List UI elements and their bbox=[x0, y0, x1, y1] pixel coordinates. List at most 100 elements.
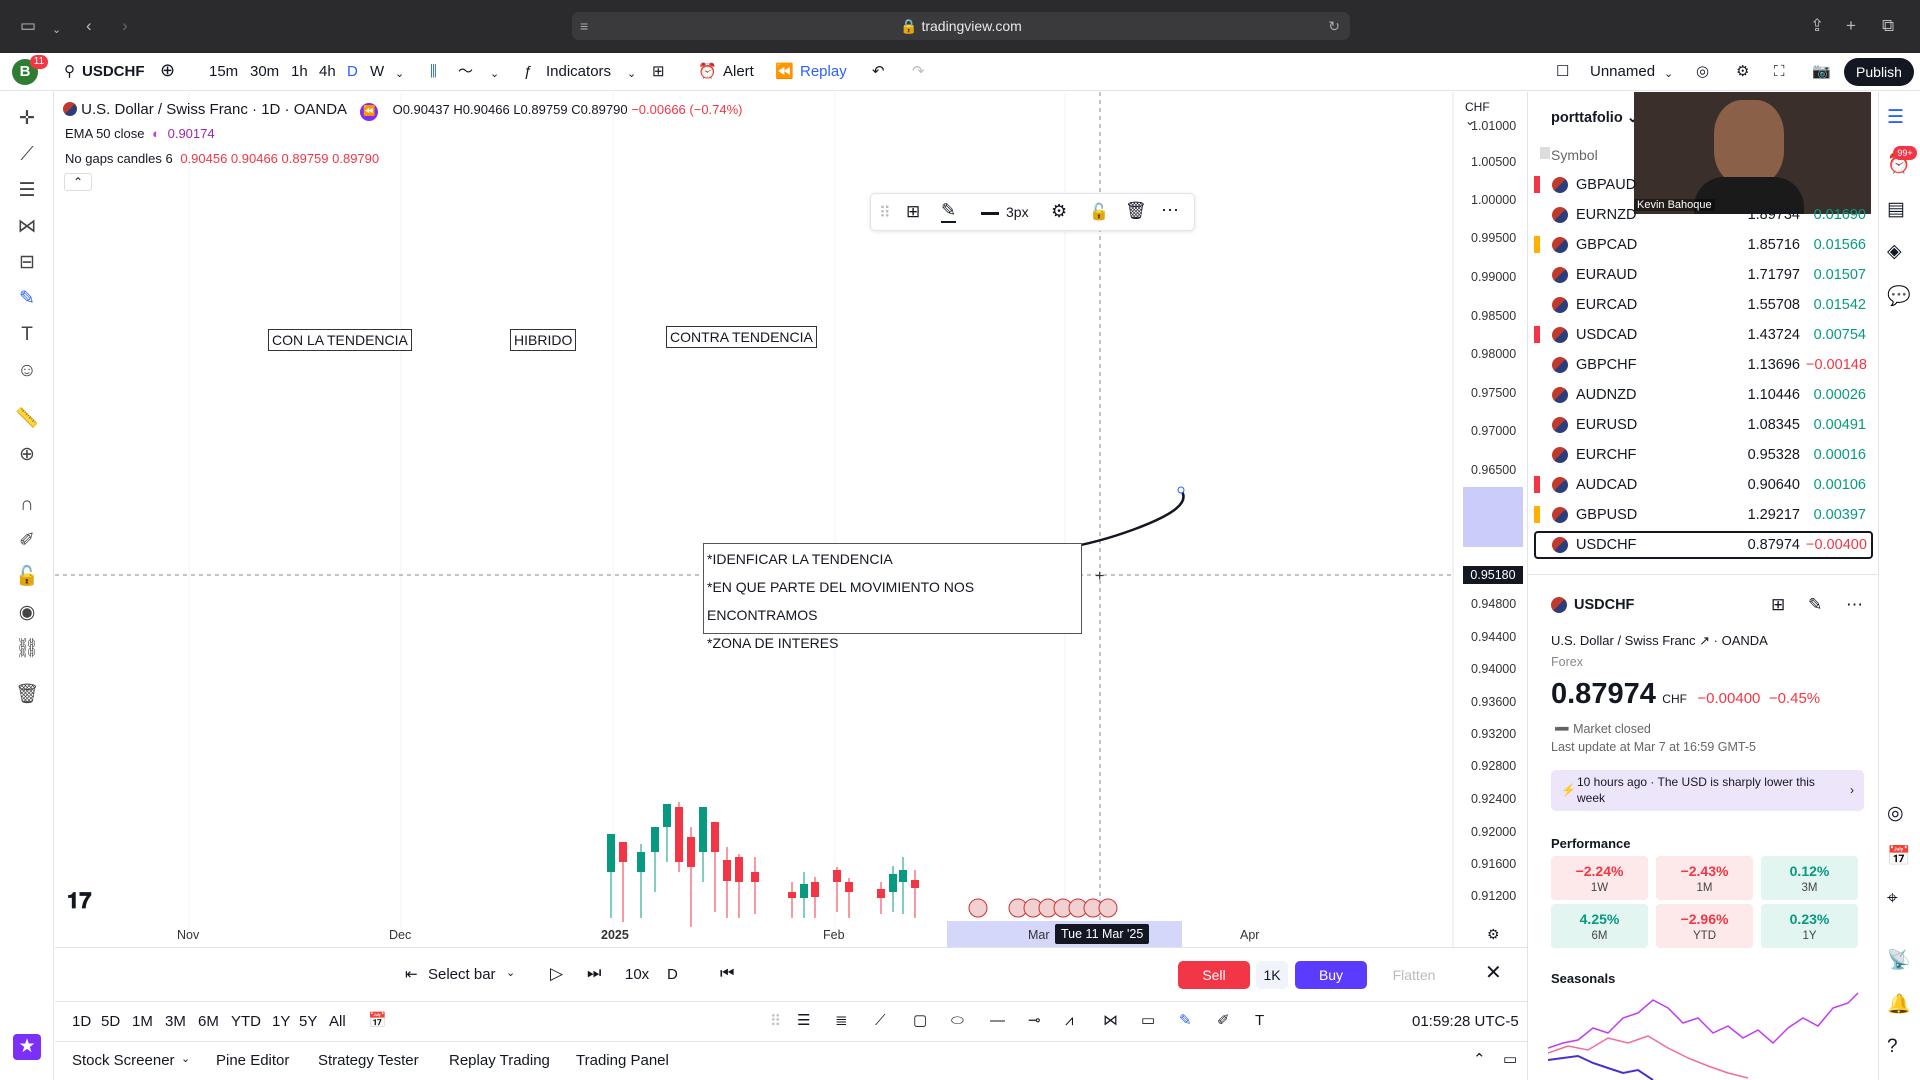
collapse-panel-icon[interactable]: ⌃ bbox=[1473, 1051, 1486, 1069]
line-chart-icon[interactable]: 〜 bbox=[458, 63, 473, 81]
interval-4h[interactable]: 4h bbox=[319, 63, 336, 81]
performance-tile[interactable]: 0.23% 1Y bbox=[1761, 904, 1858, 948]
delete-icon[interactable]: 🗑 bbox=[1125, 201, 1147, 221]
broadcast-icon[interactable]: 📡 bbox=[1887, 948, 1911, 972]
tab-pine-editor[interactable]: Pine Editor bbox=[216, 1052, 289, 1070]
screener-chevron-icon[interactable]: ⌄ bbox=[181, 1050, 190, 1068]
target-icon[interactable]: ◎ bbox=[1887, 802, 1904, 825]
watchlist-row[interactable]: USDCAD 1.43724 0.00754 bbox=[1534, 320, 1872, 350]
emoji-icon[interactable]: ☺ bbox=[13, 358, 41, 384]
watchlist-row[interactable]: GBPUSD 1.29217 0.00397 bbox=[1534, 500, 1872, 530]
prediction-icon[interactable]: ⊟ bbox=[13, 250, 41, 276]
trend-line-icon[interactable]: ⟋ bbox=[13, 142, 41, 168]
watchlist-icon[interactable]: ☰ bbox=[1887, 106, 1904, 129]
more-icon[interactable]: ⋯ bbox=[1161, 200, 1179, 221]
interval-1h[interactable]: 1h bbox=[291, 63, 308, 81]
tab-strategy-tester[interactable]: Strategy Tester bbox=[318, 1052, 419, 1070]
row-flag-marker[interactable] bbox=[1534, 176, 1540, 193]
replay-speed[interactable]: 10x bbox=[625, 966, 649, 984]
step-forward-icon[interactable]: ⏭ bbox=[587, 965, 601, 983]
row-flag-marker[interactable] bbox=[1534, 326, 1540, 343]
watchlist-row[interactable]: GBPAUD bbox=[1534, 170, 1872, 200]
select-bar-button[interactable]: Select bar bbox=[428, 966, 496, 984]
range-all[interactable]: All bbox=[329, 1013, 346, 1031]
quick-search-icon[interactable]: ◎ bbox=[1696, 63, 1709, 81]
drag-handle-icon[interactable]: ⠿ bbox=[879, 203, 891, 223]
chart-type-chevron-icon[interactable]: ⌄ bbox=[490, 65, 499, 83]
trade-icon[interactable]: ⌖ bbox=[1887, 888, 1898, 910]
watchlist-row[interactable]: GBPCHF 1.13696 −0.00148 bbox=[1534, 350, 1872, 380]
fav-channel-icon[interactable]: ≣ bbox=[835, 1012, 848, 1030]
drawing-handle[interactable] bbox=[1177, 486, 1185, 494]
lock-drawings-icon[interactable]: 🔓 bbox=[13, 564, 41, 590]
play-icon[interactable]: ▷ bbox=[550, 965, 563, 983]
fib-retracement-icon[interactable]: ☰ bbox=[13, 178, 41, 204]
tab-replay-trading[interactable]: Replay Trading bbox=[449, 1052, 550, 1070]
tabs-overview-icon[interactable]: ⧉ bbox=[1882, 16, 1894, 36]
chart-canvas[interactable]: + bbox=[55, 92, 1455, 947]
back-icon[interactable]: ‹ bbox=[86, 16, 92, 36]
undo-icon[interactable]: ↶ bbox=[872, 63, 885, 81]
interval-w[interactable]: W bbox=[370, 63, 384, 81]
line-width[interactable]: 3px bbox=[1006, 204, 1029, 220]
more-icon[interactable]: ⋯ bbox=[1846, 595, 1863, 615]
camera-icon[interactable]: 📷 bbox=[1812, 63, 1831, 81]
settings-icon[interactable]: ⚙ bbox=[1736, 63, 1749, 81]
notifications-icon[interactable]: 🔔 bbox=[1887, 992, 1911, 1016]
details-grid-icon[interactable]: ⊞ bbox=[1771, 595, 1785, 615]
jump-to-realtime-icon[interactable]: ⏮ bbox=[720, 965, 734, 983]
seasonals-chart[interactable] bbox=[1548, 988, 1868, 1080]
column-symbol[interactable]: Symbol bbox=[1551, 147, 1598, 163]
external-link-icon[interactable]: ↗ bbox=[1699, 633, 1710, 648]
forward-icon[interactable]: › bbox=[122, 16, 128, 36]
crosshair-icon[interactable]: ✛ bbox=[13, 106, 41, 132]
fav-pen-icon[interactable]: ✐ bbox=[1217, 1012, 1230, 1030]
interval-d[interactable]: D bbox=[347, 63, 358, 81]
buy-button[interactable]: Buy bbox=[1295, 961, 1367, 989]
symbol-legend[interactable]: U.S. Dollar / Swiss Franc · 1D · OANDA ⏪… bbox=[63, 101, 743, 121]
magnet-icon[interactable]: ∩ bbox=[13, 492, 41, 518]
flatten-button[interactable]: Flatten bbox=[1373, 961, 1455, 989]
layout-icon[interactable]: ☐ bbox=[1556, 63, 1569, 81]
layers-icon[interactable]: ◈ bbox=[1887, 240, 1902, 263]
watchlist-row[interactable]: GBPCAD 1.85716 0.01566 bbox=[1534, 230, 1872, 260]
close-replay-icon[interactable]: ✕ bbox=[1485, 963, 1502, 983]
fav-line-icon[interactable]: ⟋ bbox=[875, 1012, 886, 1030]
watchlist-row[interactable]: AUDCAD 0.90640 0.00106 bbox=[1534, 470, 1872, 500]
go-to-date-icon[interactable]: 📅 bbox=[368, 1012, 387, 1030]
range-1y[interactable]: 1Y bbox=[272, 1013, 290, 1031]
annotation-contra-tendencia[interactable]: CONTRA TENDENCIA bbox=[666, 326, 817, 348]
line-style-icon[interactable] bbox=[981, 212, 999, 215]
calendar-icon[interactable]: 📅 bbox=[1887, 844, 1911, 868]
row-flag-marker[interactable] bbox=[1534, 236, 1540, 253]
interval-15m[interactable]: 15m bbox=[209, 63, 238, 81]
interval-30m[interactable]: 30m bbox=[250, 63, 279, 81]
page-settings-icon[interactable]: ≡ bbox=[580, 12, 588, 40]
quantity-field[interactable]: 1K bbox=[1256, 961, 1288, 989]
trash-icon[interactable]: 🗑 bbox=[13, 682, 41, 708]
sell-button[interactable]: Sell bbox=[1178, 961, 1250, 989]
compare-symbol-icon[interactable]: ⊕ bbox=[160, 61, 175, 79]
address-bar[interactable]: ≡ 🔒 tradingview.com ↻ bbox=[572, 12, 1350, 40]
link-icon[interactable]: ⛓ bbox=[13, 636, 41, 662]
range-6m[interactable]: 6M bbox=[198, 1013, 219, 1031]
gaps-legend[interactable]: No gaps candles 6 0.90456 0.90466 0.8975… bbox=[65, 151, 379, 166]
annotation-checklist[interactable]: *IDENFICAR LA TENDENCIA *EN QUE PARTE DE… bbox=[703, 543, 1082, 651]
templates-icon[interactable]: ⊞ bbox=[652, 63, 665, 81]
drag-handle-icon[interactable]: ⠿ bbox=[770, 1013, 781, 1031]
watchlist-title[interactable]: porttafolio ⌄ bbox=[1551, 110, 1639, 126]
watchlist-row[interactable]: AUDNZD 1.10446 0.00026 bbox=[1534, 380, 1872, 410]
layout-name[interactable]: Unnamed bbox=[1590, 63, 1655, 81]
fav-ray-icon[interactable]: ⊸ bbox=[1028, 1012, 1041, 1030]
chart-pane[interactable]: + U.S. Dollar / Swiss Franc · 1D · OANDA… bbox=[55, 92, 1523, 947]
watchlist-row[interactable]: EURUSD 1.08345 0.00491 bbox=[1534, 410, 1872, 440]
help-icon[interactable]: ? bbox=[1887, 1036, 1898, 1058]
watchlist-row[interactable]: EURCAD 1.55708 0.01542 bbox=[1534, 290, 1872, 320]
ruler-icon[interactable]: 📏 bbox=[13, 406, 41, 432]
watchlist-row[interactable]: EURAUD 1.71797 0.01507 bbox=[1534, 260, 1872, 290]
replay-button[interactable]: Replay bbox=[800, 63, 847, 81]
fav-pattern-icon[interactable]: ⋈ bbox=[1103, 1012, 1118, 1030]
ema-visibility-icon[interactable]: ◐ bbox=[152, 126, 160, 141]
brush-icon[interactable]: ✎ bbox=[13, 286, 41, 312]
alert-button[interactable]: Alert bbox=[723, 63, 754, 81]
